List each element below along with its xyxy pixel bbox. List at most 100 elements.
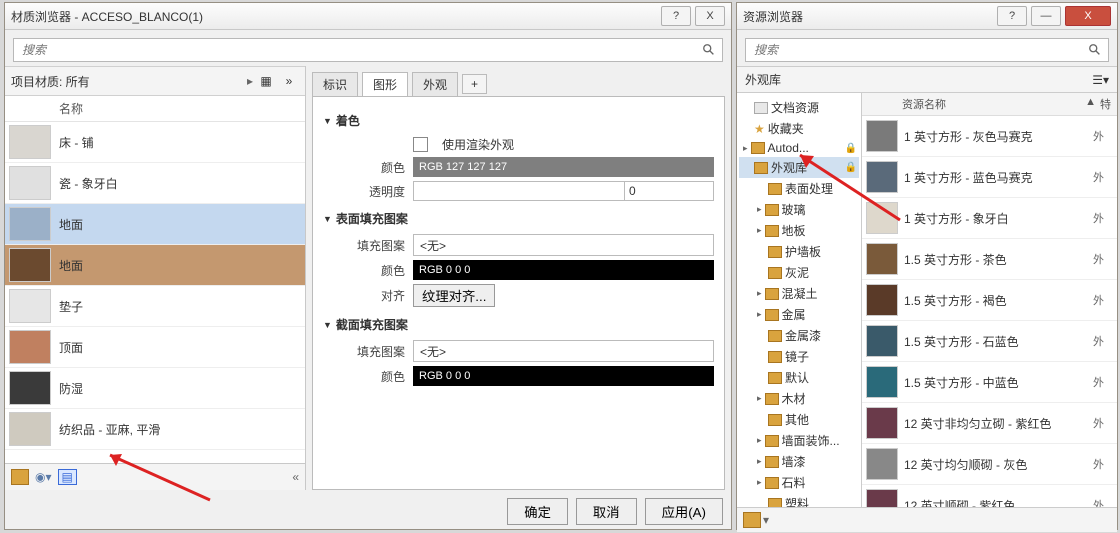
material-row[interactable]: 地面 [5, 245, 305, 286]
surface-color-field[interactable]: RGB 0 0 0 [413, 260, 714, 280]
ok-button[interactable]: 确定 [507, 498, 568, 525]
material-row[interactable]: 防湿 [5, 368, 305, 409]
material-row[interactable]: 瓷 - 象牙白 [5, 163, 305, 204]
tree-node[interactable]: 金属漆 [739, 325, 859, 346]
material-name: 地面 [59, 257, 83, 274]
expand-icon[interactable]: ▸ [757, 204, 762, 215]
folder-icon [768, 498, 782, 508]
view-mode-button[interactable]: ▦ [256, 71, 276, 91]
help-button[interactable]: ? [997, 6, 1027, 26]
tree-node[interactable]: ▸玻璃 [739, 199, 859, 220]
tree-node[interactable]: 灰泥 [739, 262, 859, 283]
section-tint[interactable]: ▼着色 [323, 109, 714, 132]
material-row[interactable]: 床 - 铺 [5, 122, 305, 163]
tree-node[interactable]: ▸混凝土 [739, 283, 859, 304]
tab-graphics[interactable]: 图形 [362, 72, 408, 96]
fill-pattern-field[interactable]: <无> [413, 234, 714, 256]
tab-identity[interactable]: 标识 [312, 72, 358, 96]
dropdown-icon[interactable]: ▾ [763, 513, 769, 527]
expand-icon[interactable]: ▸ [743, 143, 748, 154]
tree-node[interactable]: ▸地板 [739, 220, 859, 241]
new-material-icon[interactable]: ◉▾ [35, 470, 52, 484]
asset-row[interactable]: 1.5 英寸方形 - 茶色外 [862, 239, 1117, 280]
tree-node[interactable]: 塑料 [739, 493, 859, 507]
minimize-button[interactable]: — [1031, 6, 1061, 26]
tree-node[interactable]: ▸木材 [739, 388, 859, 409]
cut-color-field[interactable]: RGB 0 0 0 [413, 366, 714, 386]
tab-add[interactable]: + [462, 74, 487, 94]
close-button[interactable]: X [695, 6, 725, 26]
tree-node[interactable]: 外观库🔒 [739, 157, 859, 178]
material-row[interactable]: 地面 [5, 204, 305, 245]
tree-node[interactable]: 其他 [739, 409, 859, 430]
tree-label: 其他 [785, 411, 809, 428]
tree-node[interactable]: 文档资源 [739, 97, 859, 118]
tree-node[interactable]: ▸墙漆 [739, 451, 859, 472]
asset-row[interactable]: 1.5 英寸方形 - 石蓝色外 [862, 321, 1117, 362]
expand-icon[interactable]: ▸ [757, 309, 762, 320]
folder-icon [768, 330, 782, 342]
asset-ext: 外 [1093, 415, 1113, 431]
sort-icon[interactable]: ▲ [1085, 96, 1096, 112]
folder-icon [765, 309, 779, 321]
list-options-icon[interactable]: ☰▾ [1092, 73, 1109, 87]
asset-row[interactable]: 1.5 英寸方形 - 中蓝色外 [862, 362, 1117, 403]
column-header-name[interactable]: 名称 [5, 96, 305, 122]
library-icon[interactable] [743, 512, 761, 528]
search-input[interactable] [20, 42, 702, 58]
properties-body: ▼着色 使用渲染外观 颜色RGB 127 127 127 透明度0 ▼表面填充图… [312, 96, 725, 490]
tree-node[interactable]: ▸墙面装饰... [739, 430, 859, 451]
asset-row[interactable]: 1 英寸方形 - 象牙白外 [862, 198, 1117, 239]
asset-row[interactable]: 12 英寸非均匀立砌 - 紫红色外 [862, 403, 1117, 444]
expand-icon[interactable]: ▸ [757, 393, 762, 404]
tint-color-field[interactable]: RGB 127 127 127 [413, 157, 714, 177]
tab-appearance[interactable]: 外观 [412, 72, 458, 96]
texture-align-button[interactable]: 纹理对齐... [413, 284, 495, 307]
list-view-icon[interactable]: ▤ [58, 469, 77, 485]
expand-icon[interactable]: ▸ [757, 456, 762, 467]
section-cut-pattern[interactable]: ▼截面填充图案 [323, 313, 714, 336]
asset-name: 1.5 英寸方形 - 茶色 [904, 251, 1093, 268]
apply-button[interactable]: 应用(A) [645, 498, 723, 525]
section-surface-pattern[interactable]: ▼表面填充图案 [323, 207, 714, 230]
use-render-checkbox[interactable] [413, 137, 428, 152]
expand-icon[interactable]: ▸ [757, 225, 762, 236]
expand-icon[interactable]: ▸ [757, 477, 762, 488]
tree-node[interactable]: ★收藏夹 [739, 118, 859, 139]
asset-thumbnail [866, 202, 898, 234]
asset-row[interactable]: 1 英寸方形 - 灰色马赛克外 [862, 116, 1117, 157]
library-icon[interactable] [11, 469, 29, 485]
asset-list[interactable]: 资源名称 ▲ 特 1 英寸方形 - 灰色马赛克外1 英寸方形 - 蓝色马赛克外1… [862, 93, 1117, 507]
tree-node[interactable]: ▸金属 [739, 304, 859, 325]
tree-node[interactable]: 默认 [739, 367, 859, 388]
filter-label[interactable]: 项目材质: 所有 [11, 73, 245, 90]
expand-button[interactable]: » [279, 71, 299, 91]
material-row[interactable]: 顶面 [5, 327, 305, 368]
category-tree[interactable]: 文档资源 ★收藏夹▸Autod...🔒外观库🔒表面处理▸玻璃▸地板护墙板灰泥▸混凝… [737, 93, 862, 507]
asset-thumbnail [866, 120, 898, 152]
search-input[interactable] [752, 42, 1088, 58]
asset-row[interactable]: 12 英寸均匀顺砌 - 灰色外 [862, 444, 1117, 485]
tree-node[interactable]: ▸Autod...🔒 [739, 139, 859, 157]
tree-node[interactable]: ▸石料 [739, 472, 859, 493]
asset-row[interactable]: 1 英寸方形 - 蓝色马赛克外 [862, 157, 1117, 198]
material-list[interactable]: 名称 床 - 铺瓷 - 象牙白地面地面垫子顶面防湿纺织品 - 亚麻, 平滑 [5, 96, 305, 463]
tree-node[interactable]: 镜子 [739, 346, 859, 367]
expand-icon[interactable]: ▸ [757, 435, 762, 446]
collapse-icon[interactable]: « [292, 470, 299, 484]
transparency-field[interactable]: 0 [413, 181, 714, 201]
material-row[interactable]: 纺织品 - 亚麻, 平滑 [5, 409, 305, 450]
tree-node[interactable]: 护墙板 [739, 241, 859, 262]
col-ext[interactable]: 特 [1100, 96, 1111, 112]
expand-icon[interactable]: ▸ [757, 288, 762, 299]
col-asset-name[interactable]: 资源名称 [902, 96, 1081, 112]
cancel-button[interactable]: 取消 [576, 498, 637, 525]
tree-node[interactable]: 表面处理 [739, 178, 859, 199]
material-row[interactable]: 垫子 [5, 286, 305, 327]
help-button[interactable]: ? [661, 6, 691, 26]
cut-fill-pattern-field[interactable]: <无> [413, 340, 714, 362]
tree-label: 文档资源 [771, 99, 819, 116]
close-button[interactable]: X [1065, 6, 1111, 26]
asset-row[interactable]: 1.5 英寸方形 - 褐色外 [862, 280, 1117, 321]
asset-row[interactable]: 12 英寸顺砌 - 紫红色外 [862, 485, 1117, 507]
